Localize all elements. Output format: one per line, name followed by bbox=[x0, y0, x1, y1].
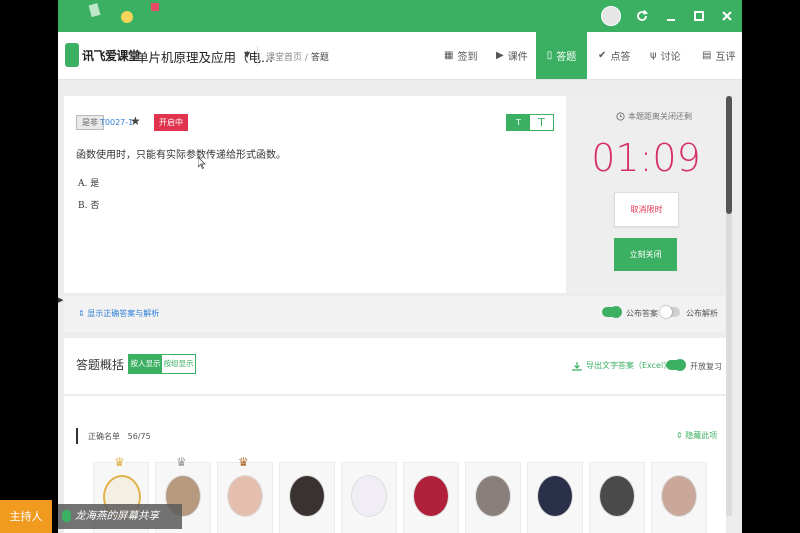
minimize-icon[interactable] bbox=[662, 7, 680, 25]
avatar bbox=[351, 475, 387, 517]
expand-icon: ⇕ bbox=[78, 309, 85, 318]
review-icon: ▤ bbox=[702, 50, 712, 61]
student-card[interactable] bbox=[279, 462, 335, 533]
close-now-button[interactable]: 立刻关闭 bbox=[614, 238, 677, 271]
calendar-icon: ▦ bbox=[444, 50, 454, 61]
breadcrumb-sep: / bbox=[304, 53, 308, 63]
timer-countdown: 01:09 bbox=[591, 136, 701, 180]
student-card[interactable] bbox=[527, 462, 583, 533]
scrollbar[interactable] bbox=[726, 96, 732, 516]
mic-icon bbox=[62, 510, 71, 522]
avatar bbox=[227, 475, 263, 517]
screen-share-label: 龙海燕的屏幕共享 bbox=[58, 504, 182, 529]
silver-crown-icon: ♛ bbox=[176, 455, 187, 469]
course-selector[interactable]: 单片机原理及应用（电... bbox=[136, 47, 273, 66]
question-panel: 是非 T0027-1 ★ 开启中 T T 函数使用时，只能有实际参数传递给形式函… bbox=[64, 96, 566, 293]
overview-title: 答题概括 bbox=[76, 358, 125, 372]
host-label: 主持人 bbox=[0, 500, 52, 533]
check-circle-icon: ✔ bbox=[598, 50, 607, 61]
student-card[interactable] bbox=[403, 462, 459, 533]
divider bbox=[257, 46, 258, 66]
avatar bbox=[289, 475, 325, 517]
export-button[interactable]: 导出文字答案（Excel） bbox=[572, 360, 671, 371]
nav-item-answer[interactable]: ▯ 答题 bbox=[536, 32, 587, 79]
question-code: T0027-1 bbox=[100, 118, 134, 127]
font-small-option[interactable]: T bbox=[507, 115, 530, 130]
decor-icon bbox=[151, 3, 159, 11]
logo-icon bbox=[65, 43, 79, 67]
user-avatar[interactable] bbox=[601, 6, 621, 26]
student-card[interactable] bbox=[465, 462, 521, 533]
student-card[interactable] bbox=[589, 462, 645, 533]
mouse-cursor-icon bbox=[198, 157, 206, 169]
logo-text: 讯飞爱课堂 bbox=[82, 49, 140, 63]
section-marker bbox=[76, 428, 78, 444]
download-icon bbox=[572, 361, 582, 371]
publish-analysis-switch[interactable] bbox=[660, 306, 680, 318]
nav-item-review[interactable]: ▤ 互评 bbox=[702, 32, 740, 79]
avatar bbox=[537, 475, 573, 517]
student-card[interactable] bbox=[341, 462, 397, 533]
clock-icon bbox=[616, 112, 625, 121]
student-card[interactable]: ♛ bbox=[217, 455, 273, 533]
nav-item-pick[interactable]: ✔ 点答 bbox=[598, 32, 638, 79]
close-icon[interactable] bbox=[718, 7, 736, 25]
play-icon: ▶ bbox=[496, 50, 504, 61]
breadcrumb: 课堂首页 / 答题 bbox=[266, 50, 329, 63]
nav-item-discussion[interactable]: ψ 讨论 bbox=[650, 32, 690, 79]
display-mode-toggle[interactable]: 按人显示 按组显示 bbox=[128, 354, 196, 374]
collapse-icon: ⇕ bbox=[676, 431, 683, 440]
answer-bar: ⇕ 显示正确答案与解析 公布答案 公布解析 bbox=[64, 296, 726, 332]
title-bar bbox=[58, 0, 742, 32]
question-text: 函数使用时，只能有实际参数传递给形式函数。 bbox=[76, 150, 286, 161]
decor-icon bbox=[88, 3, 101, 17]
avatar bbox=[661, 475, 697, 517]
gold-crown-icon: ♛ bbox=[114, 455, 125, 469]
nav-item-signin[interactable]: ▦ 签到 bbox=[444, 32, 484, 79]
option-a: A. 是 bbox=[78, 179, 100, 189]
by-person-option[interactable]: 按人显示 bbox=[129, 355, 162, 373]
show-analysis-link[interactable]: ⇕ 显示正确答案与解析 bbox=[78, 308, 159, 319]
student-card[interactable] bbox=[651, 462, 707, 533]
discussion-icon: ψ bbox=[650, 50, 657, 61]
option-b: B. 否 bbox=[78, 201, 100, 211]
answer-icon: ▯ bbox=[546, 50, 553, 61]
maximize-icon[interactable] bbox=[690, 7, 708, 25]
avatar bbox=[475, 475, 511, 517]
breadcrumb-home[interactable]: 课堂首页 bbox=[266, 53, 302, 63]
bronze-crown-icon: ♛ bbox=[238, 455, 249, 469]
cancel-time-limit-button[interactable]: 取消限时 bbox=[614, 192, 679, 227]
scrollbar-thumb[interactable] bbox=[726, 96, 732, 214]
avatar bbox=[599, 475, 635, 517]
open-review-label: 开放复习 bbox=[690, 362, 722, 371]
star-icon[interactable]: ★ bbox=[130, 114, 141, 128]
hide-section-link[interactable]: ⇕ 隐藏此项 bbox=[676, 430, 717, 441]
timer-panel: 本题距离关闭还剩 01:09 取消限时 立刻关闭 bbox=[566, 96, 726, 293]
avatar bbox=[413, 475, 449, 517]
font-size-toggle[interactable]: T T bbox=[506, 114, 554, 131]
open-review-switch[interactable] bbox=[666, 359, 686, 371]
publish-analysis-label: 公布解析 bbox=[686, 309, 718, 318]
status-badge: 开启中 bbox=[154, 114, 188, 131]
answer-overview: 答题概括 按人显示 按组显示 导出文字答案（Excel） 开放复习 bbox=[64, 338, 726, 394]
timer-label: 本题距离关闭还剩 bbox=[616, 111, 692, 122]
app-window: 讯飞爱课堂 单片机原理及应用（电... ▼ 课堂首页 / 答题 ▦ 签到 ▶ 课… bbox=[58, 0, 742, 533]
roster-count: 56/75 bbox=[127, 432, 151, 441]
publish-answer-switch[interactable] bbox=[602, 306, 622, 318]
refresh-icon[interactable] bbox=[633, 7, 651, 25]
roster-label: 正确名单 56/75 bbox=[88, 432, 151, 441]
nav-item-courseware[interactable]: ▶ 课件 bbox=[496, 32, 536, 79]
collapse-arrow-icon[interactable]: ▶ bbox=[58, 296, 63, 304]
font-large-option[interactable]: T bbox=[530, 115, 553, 130]
chevron-down-icon[interactable]: ▼ bbox=[244, 50, 250, 59]
breadcrumb-current: 答题 bbox=[310, 53, 329, 63]
nav-bar: 讯飞爱课堂 单片机原理及应用（电... ▼ 课堂首页 / 答题 ▦ 签到 ▶ 课… bbox=[58, 32, 742, 80]
publish-answer-label: 公布答案 bbox=[626, 309, 658, 318]
by-group-option[interactable]: 按组显示 bbox=[162, 355, 195, 373]
decor-icon bbox=[121, 11, 133, 23]
